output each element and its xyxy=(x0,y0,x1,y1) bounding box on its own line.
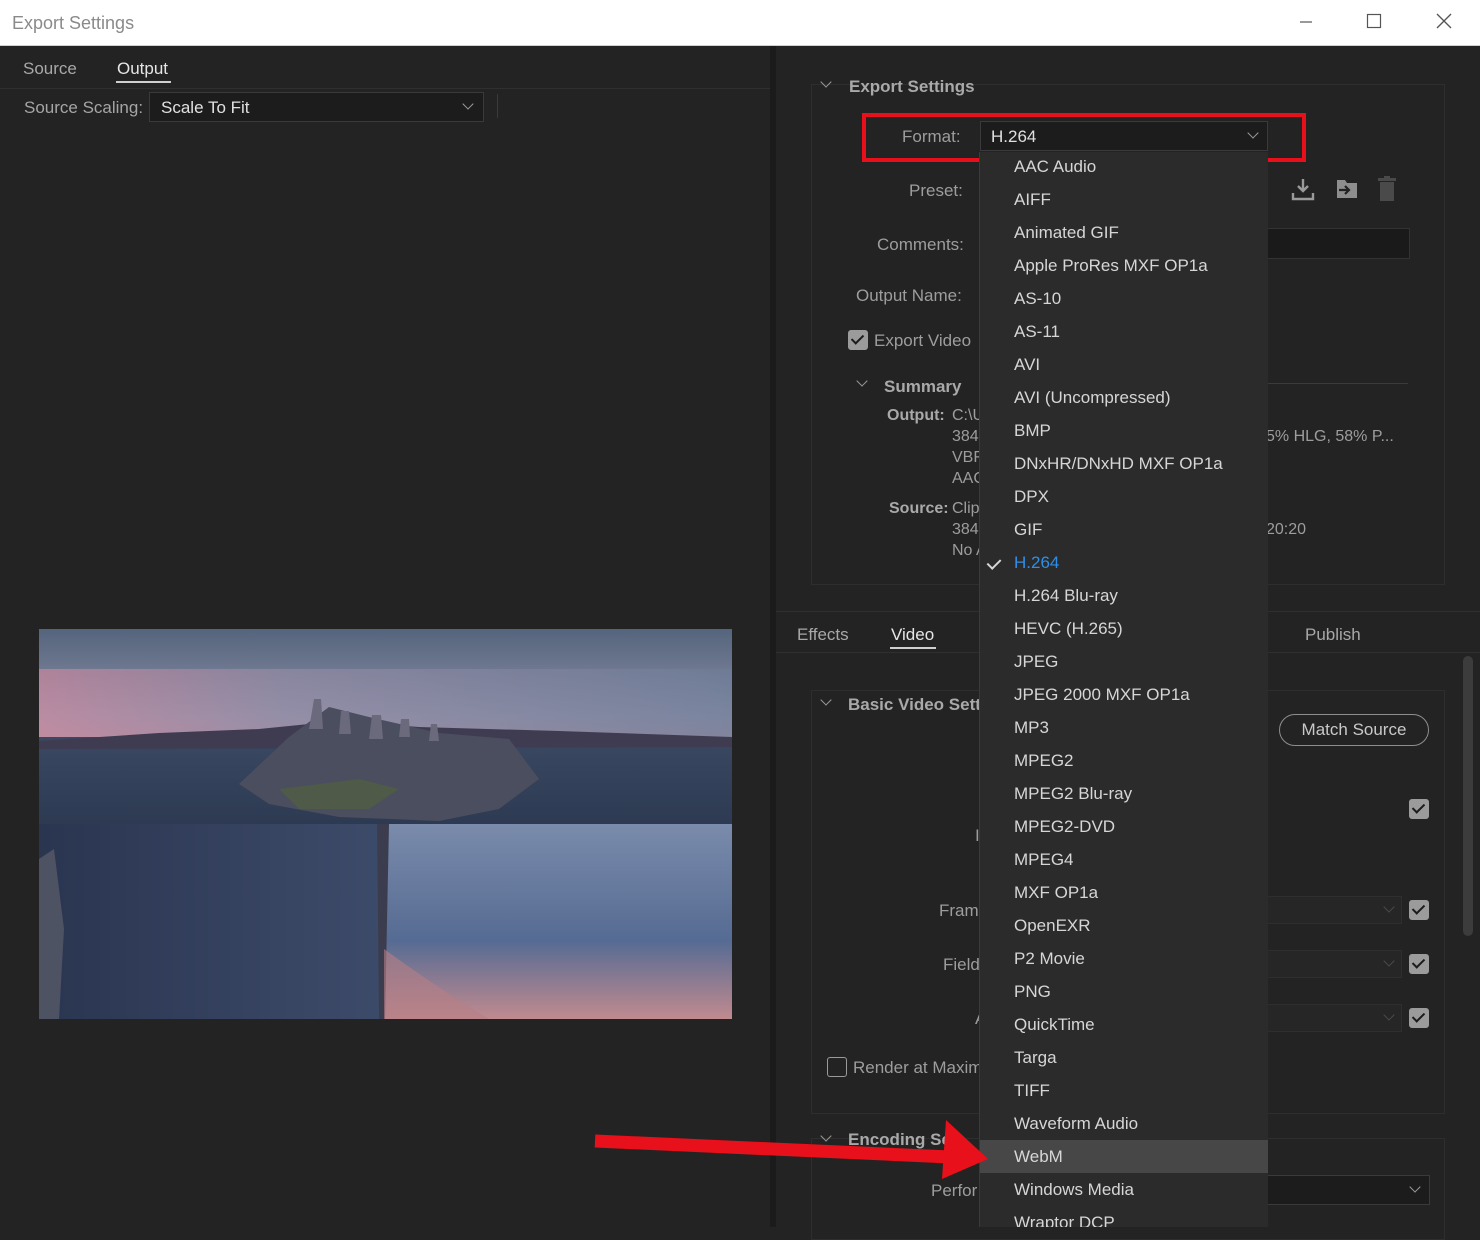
menu-item[interactable]: PNG xyxy=(980,975,1268,1008)
chevron-down-icon xyxy=(1383,955,1395,967)
menu-item[interactable]: AIFF xyxy=(980,183,1268,216)
export-video-checkbox[interactable] xyxy=(848,330,868,350)
chevron-down-icon xyxy=(462,98,474,110)
summary-title: Summary xyxy=(884,377,962,396)
source-summary-right: 20:20 xyxy=(1266,521,1307,538)
title-bar: Export Settings xyxy=(0,0,1480,46)
preset-label: Preset: xyxy=(909,181,963,200)
menu-item[interactable]: MPEG2 xyxy=(980,744,1268,777)
menu-item[interactable]: DPX xyxy=(980,480,1268,513)
menu-item[interactable]: OpenEXR xyxy=(980,909,1268,942)
red-arrow-annotation xyxy=(594,1120,988,1179)
menu-item[interactable]: JPEG 2000 MXF OP1a xyxy=(980,678,1268,711)
menu-item[interactable]: GIF xyxy=(980,513,1268,546)
aspect-checkbox[interactable] xyxy=(1409,1008,1429,1028)
menu-item[interactable]: AS-11 xyxy=(980,315,1268,348)
frame-rate-checkbox[interactable] xyxy=(1409,900,1429,920)
source-scaling-value: Scale To Fit xyxy=(161,98,250,117)
field-order-checkbox[interactable] xyxy=(1409,954,1429,974)
menu-item[interactable]: MPEG4 xyxy=(980,843,1268,876)
chevron-down-icon xyxy=(1383,901,1395,913)
menu-item[interactable]: H.264 Blu-ray xyxy=(980,579,1268,612)
export-settings-title: Export Settings xyxy=(849,77,975,96)
menu-item[interactable]: Apple ProRes MXF OP1a xyxy=(980,249,1268,282)
comments-field[interactable] xyxy=(1266,228,1410,259)
tab-source[interactable]: Source xyxy=(23,59,77,79)
tab-effects[interactable]: Effects xyxy=(797,625,849,645)
frame-rate-select[interactable] xyxy=(1266,896,1402,924)
field-order-label: Field xyxy=(943,955,980,974)
basic-video-title: Basic Video Setti xyxy=(848,695,986,714)
menu-item[interactable]: AVI xyxy=(980,348,1268,381)
menu-item[interactable]: Waveform Audio xyxy=(980,1107,1268,1140)
menu-item[interactable]: Wraptor DCP xyxy=(980,1206,1268,1227)
output-name-label: Output Name: xyxy=(856,286,962,305)
minimize-icon[interactable] xyxy=(1283,6,1329,40)
field-order-select[interactable] xyxy=(1266,950,1402,978)
maximize-icon[interactable] xyxy=(1351,6,1397,40)
menu-item[interactable]: MP3 xyxy=(980,711,1268,744)
tab-publish[interactable]: Publish xyxy=(1305,625,1361,645)
menu-item[interactable]: Targa xyxy=(980,1041,1268,1074)
close-icon[interactable] xyxy=(1421,6,1467,40)
checkmark-icon xyxy=(986,555,1002,570)
scrollbar-thumb[interactable] xyxy=(1463,656,1473,936)
divider-line xyxy=(0,88,770,89)
save-preset-icon[interactable] xyxy=(1290,176,1316,207)
menu-item[interactable]: AS-10 xyxy=(980,282,1268,315)
video-preview xyxy=(39,629,732,1019)
performance-select[interactable] xyxy=(1266,1175,1430,1205)
menu-item[interactable]: AVI (Uncompressed) xyxy=(980,381,1268,414)
menu-item[interactable]: AAC Audio xyxy=(980,152,1268,183)
tab-underline xyxy=(116,81,171,83)
width-checkbox[interactable] xyxy=(1409,799,1429,819)
menu-item-highlighted[interactable]: WebM xyxy=(980,1140,1268,1173)
menu-item[interactable]: JPEG xyxy=(980,645,1268,678)
delete-preset-icon[interactable] xyxy=(1375,175,1399,208)
source-label: Source: xyxy=(889,500,949,517)
menu-item[interactable]: MPEG2 Blu-ray xyxy=(980,777,1268,810)
summary-rule xyxy=(1266,383,1408,384)
render-max-label: Render at Maxim xyxy=(853,1058,983,1077)
output-summary-right: 5% HLG, 58% P... xyxy=(1266,428,1394,445)
source-scaling-label: Source Scaling: xyxy=(24,98,144,117)
source-line-2: 384 xyxy=(952,521,979,538)
menu-item[interactable]: MPEG2-DVD xyxy=(980,810,1268,843)
menu-item[interactable]: BMP xyxy=(980,414,1268,447)
menu-item[interactable]: HEVC (H.265) xyxy=(980,612,1268,645)
chevron-down-icon xyxy=(1383,1009,1395,1021)
export-video-label: Export Video xyxy=(874,331,972,350)
match-source-button[interactable]: Match Source xyxy=(1279,714,1429,746)
separator xyxy=(497,94,498,118)
frame-rate-label: Fram xyxy=(939,901,979,920)
chevron-down-icon xyxy=(1409,1181,1421,1193)
tab-output[interactable]: Output xyxy=(117,59,168,79)
format-dropdown-menu[interactable]: AAC Audio AIFF Animated GIF Apple ProRes… xyxy=(979,152,1268,1227)
output-line-2: 384 xyxy=(952,428,979,445)
menu-item[interactable]: Animated GIF xyxy=(980,216,1268,249)
render-max-checkbox[interactable] xyxy=(827,1057,847,1077)
menu-item[interactable]: MXF OP1a xyxy=(980,876,1268,909)
import-preset-icon[interactable] xyxy=(1333,176,1361,207)
menu-item[interactable]: TIFF xyxy=(980,1074,1268,1107)
menu-item[interactable]: DNxHR/DNxHD MXF OP1a xyxy=(980,447,1268,480)
menu-item-selected[interactable]: H.264 xyxy=(980,546,1268,579)
output-label: Output: xyxy=(887,407,945,424)
window-title: Export Settings xyxy=(12,13,135,33)
menu-item[interactable]: Windows Media xyxy=(980,1173,1268,1206)
tab-video[interactable]: Video xyxy=(891,625,934,645)
source-line-1: Clip xyxy=(952,500,980,517)
menu-item[interactable]: QuickTime xyxy=(980,1008,1268,1041)
tab-underline xyxy=(890,647,936,649)
menu-item[interactable]: P2 Movie xyxy=(980,942,1268,975)
source-scaling-select[interactable]: Scale To Fit xyxy=(149,92,484,122)
aspect-select[interactable] xyxy=(1266,1004,1402,1032)
comments-label: Comments: xyxy=(877,235,964,254)
